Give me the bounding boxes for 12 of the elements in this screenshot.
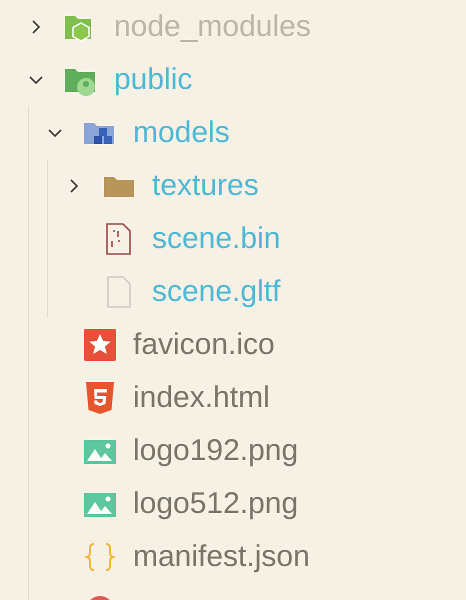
folder-name[interactable]: textures [152,168,259,202]
folder-name[interactable]: models [133,116,230,150]
file-name[interactable]: logo512.png [133,486,298,520]
file-name[interactable]: index.html [133,380,270,414]
file-name[interactable]: favicon.ico [133,328,275,362]
folder-name[interactable]: node_modules [114,10,311,44]
file-name[interactable]: scene.gltf [152,274,280,308]
file-name[interactable]: scene.bin [152,222,280,256]
folder-name[interactable]: public [114,62,192,96]
file-name[interactable]: manifest.json [133,540,310,574]
file-name[interactable]: logo192.png [133,434,298,468]
html5-icon [83,380,117,414]
